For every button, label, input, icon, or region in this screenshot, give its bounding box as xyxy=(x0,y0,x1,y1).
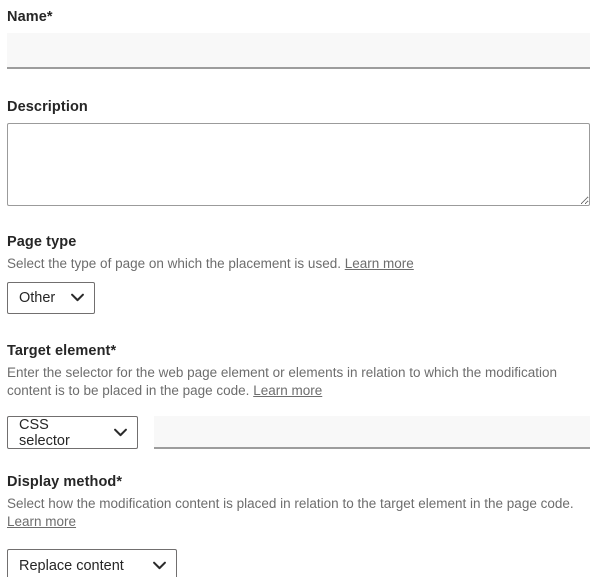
target-element-help: Enter the selector for the web page elem… xyxy=(7,364,585,399)
display-method-selected-value: Replace content xyxy=(19,558,124,574)
target-element-row: CSS selector xyxy=(7,416,590,449)
page-type-label: Page type xyxy=(7,233,590,251)
page-type-select[interactable]: Other xyxy=(7,282,95,314)
page-type-learn-more-link[interactable]: Learn more xyxy=(345,256,414,271)
display-method-label: Display method* xyxy=(7,473,590,491)
page-type-help-text: Select the type of page on which the pla… xyxy=(7,256,341,271)
description-textarea[interactable] xyxy=(7,123,590,206)
field-group-page-type: Page type Select the type of page on whi… xyxy=(7,233,590,314)
name-input[interactable] xyxy=(7,33,590,69)
display-method-help: Select how the modification content is p… xyxy=(7,495,585,530)
description-label: Description xyxy=(7,98,590,116)
selector-type-select[interactable]: CSS selector xyxy=(7,416,138,449)
field-group-display-method: Display method* Select how the modificat… xyxy=(7,473,590,577)
display-method-help-text: Select how the modification content is p… xyxy=(7,496,574,511)
name-input-wrap xyxy=(7,33,590,69)
chevron-down-icon xyxy=(70,290,85,305)
display-method-select[interactable]: Replace content xyxy=(7,549,177,577)
field-group-description: Description xyxy=(7,98,590,206)
page-type-help: Select the type of page on which the pla… xyxy=(7,255,585,273)
page-type-selected-value: Other xyxy=(19,290,55,306)
field-group-name: Name* xyxy=(7,8,590,69)
selector-type-selected-value: CSS selector xyxy=(19,417,101,449)
display-method-learn-more-link[interactable]: Learn more xyxy=(7,514,76,529)
field-group-target-element: Target element* Enter the selector for t… xyxy=(7,342,590,449)
chevron-down-icon xyxy=(113,425,128,440)
target-element-label: Target element* xyxy=(7,342,590,360)
placement-form: Name* Description Page type Select the t… xyxy=(0,0,600,577)
chevron-down-icon xyxy=(152,558,167,573)
target-selector-input[interactable] xyxy=(154,416,590,449)
name-label: Name* xyxy=(7,8,590,26)
target-element-learn-more-link[interactable]: Learn more xyxy=(253,383,322,398)
